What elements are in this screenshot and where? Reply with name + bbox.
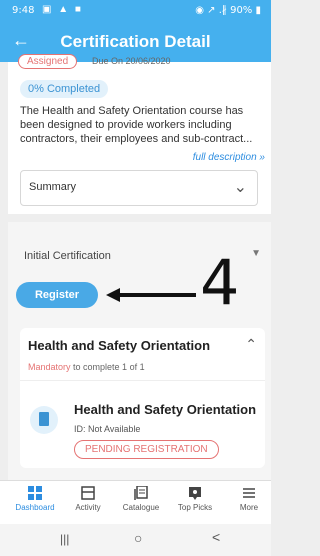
caret-down-icon[interactable]: ▼: [251, 248, 261, 259]
nav-more-label: More: [239, 503, 259, 512]
system-back-icon[interactable]: <: [212, 529, 220, 545]
course-card: Health and Safety Orientation ⌃ Mandator…: [20, 328, 265, 468]
initial-certification-label: Initial Certification: [24, 250, 111, 262]
nav-more[interactable]: More: [224, 486, 274, 512]
summary-label: Summary: [29, 181, 77, 193]
status-right: ◉ ↗ .∦ 90% ▮: [195, 5, 261, 16]
mandatory-note: Mandatory to complete 1 of 1: [28, 362, 145, 372]
due-date: Due On 20/06/2020: [92, 56, 171, 66]
chevron-down-icon: ⌄: [233, 179, 247, 196]
nav-dashboard[interactable]: Dashboard: [10, 486, 60, 512]
annotation-number: 4: [200, 246, 240, 319]
mandatory-label: Mandatory: [28, 362, 71, 372]
divider: [20, 380, 265, 381]
module-name[interactable]: Health and Safety Orientation: [74, 402, 256, 417]
annotation-arrow-icon: [106, 288, 196, 302]
nav-catalogue-label: Catalogue: [122, 503, 160, 512]
catalogue-icon: [134, 486, 148, 500]
recent-apps-icon[interactable]: |||: [60, 532, 69, 546]
nav-top-picks-label: Top Picks: [177, 503, 213, 512]
menu-icon: [243, 488, 255, 498]
chevron-up-icon[interactable]: ⌃: [245, 336, 257, 353]
nav-dashboard-label: Dashboard: [15, 503, 55, 512]
status-bar: 9:48 ▣ ▲ ■ ◉ ↗ .∦ 90% ▮: [0, 0, 271, 22]
full-description-link[interactable]: full description »: [193, 152, 265, 163]
register-button[interactable]: Register: [16, 282, 98, 308]
certification-info-card: Assigned Due On 20/06/2020 0% Completed …: [8, 54, 271, 214]
book-icon: [30, 406, 58, 434]
mandatory-count: to complete 1 of 1: [70, 362, 145, 372]
activity-icon: [81, 486, 95, 500]
notification-icons: ▣ ▲ ■: [42, 4, 83, 15]
course-title: Health and Safety Orientation: [28, 338, 211, 353]
status-time: 9:48: [12, 5, 35, 16]
course-description: The Health and Safety Orientation course…: [20, 105, 253, 145]
nav-top-picks[interactable]: Top Picks: [170, 486, 220, 512]
nav-activity-label: Activity: [75, 503, 101, 512]
dashboard-icon: [28, 486, 42, 500]
page-title: Certification Detail: [60, 32, 211, 51]
top-picks-icon: [189, 487, 201, 500]
assigned-badge: Assigned: [18, 54, 78, 69]
home-icon[interactable]: ○: [134, 530, 142, 546]
bottom-nav: Dashboard Activity Catalogue Top Picks M…: [0, 480, 271, 525]
nav-catalogue[interactable]: Catalogue: [116, 486, 166, 512]
progress-badge: 0% Completed: [20, 80, 109, 98]
nav-activity[interactable]: Activity: [63, 486, 113, 512]
status-badge: PENDING REGISTRATION: [74, 440, 219, 459]
module-id: ID: Not Available: [74, 424, 141, 434]
summary-dropdown[interactable]: Summary ⌄: [20, 170, 258, 206]
initial-certification-section: Initial Certification ▼ Register 4 Healt…: [8, 222, 271, 480]
system-nav-bar: ||| ○ <: [0, 524, 271, 556]
